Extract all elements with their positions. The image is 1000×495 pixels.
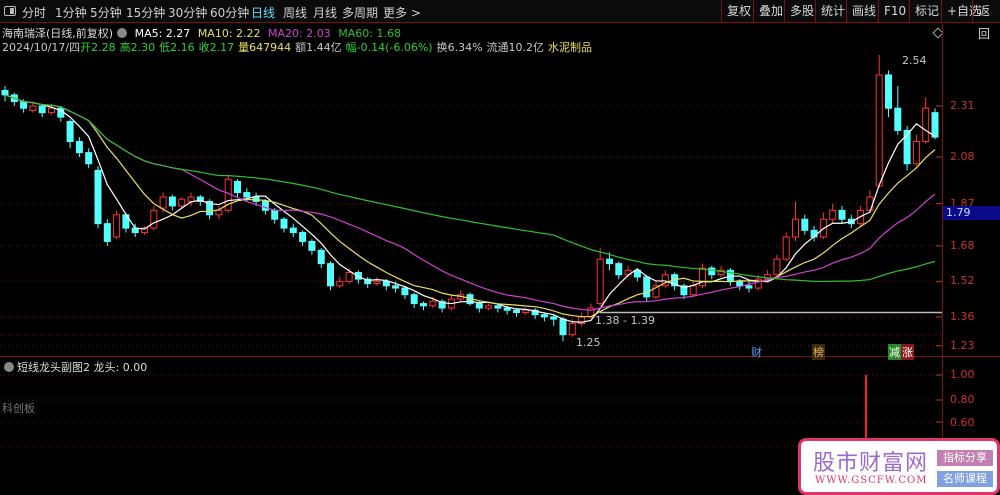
candle-down <box>66 121 74 143</box>
watermark-tag: 指标分享 <box>937 450 993 466</box>
candle-up <box>48 107 55 114</box>
candle-down <box>838 209 846 220</box>
candle-up <box>829 209 837 220</box>
candle-up <box>345 272 353 282</box>
price-axis-label: 1.36 <box>950 309 975 323</box>
price-axis-label: 1.68 <box>950 238 975 252</box>
dropdown-icon[interactable] <box>4 362 14 372</box>
pane-divider[interactable] <box>0 356 1000 357</box>
candle-down <box>234 180 241 194</box>
candle-up <box>187 196 195 202</box>
sub-pane-value: 龙头: 0.00 <box>93 361 148 374</box>
candle-down <box>643 276 651 298</box>
candle-down <box>168 196 176 207</box>
candle-down <box>885 74 892 109</box>
candle-down <box>299 232 307 242</box>
candle-down <box>280 218 288 229</box>
sub-pane-header: 短线龙头副图2 龙头: 0.00 <box>4 359 147 375</box>
candle-up <box>485 305 493 309</box>
candle-down <box>736 280 744 287</box>
candle-up <box>522 309 530 313</box>
candle-down <box>410 294 418 305</box>
candle-up <box>773 258 781 276</box>
candle-down <box>271 209 279 220</box>
candle-up <box>178 198 186 207</box>
price-axis-label: 2.31 <box>950 99 975 112</box>
watermark-tag: 名师课程 <box>937 471 993 487</box>
candle-down <box>327 263 334 287</box>
candle-up <box>689 285 697 296</box>
candle-down <box>261 200 269 211</box>
candle-up <box>568 323 576 336</box>
candle-up <box>429 300 437 307</box>
axis-divider <box>942 24 943 495</box>
candle-up <box>922 107 930 143</box>
candle-up <box>875 74 883 187</box>
candle-up <box>596 258 604 305</box>
candle-down <box>550 316 558 320</box>
candle-down <box>243 192 251 198</box>
candle-down <box>94 169 102 225</box>
current-price-tag: 1.79 <box>943 206 1000 220</box>
watermark-logo: 股市财富网 WWW.GSCFW.COM 指标分享 名师课程 <box>798 438 1000 495</box>
candle-down <box>308 240 316 251</box>
candle-down <box>559 318 567 336</box>
sub-axis-label: 0.80 <box>950 393 975 406</box>
sub-axis-label: 0.60 <box>950 416 975 429</box>
candle-up <box>336 280 344 287</box>
candle-down <box>931 112 939 138</box>
candle-down <box>38 105 46 114</box>
flag-finance[interactable]: 财 <box>750 344 763 360</box>
price-axis-label: 1.23 <box>950 338 975 352</box>
range-annotation: 1.38 - 1.39 <box>595 314 655 327</box>
candle-up <box>29 105 37 111</box>
price-axis-label: 1.52 <box>950 274 975 288</box>
high-annotation: 2.54 <box>902 54 927 67</box>
board-label: 科创板 <box>2 402 35 415</box>
candle-down <box>103 223 111 242</box>
candle-up <box>159 196 167 209</box>
candle-down <box>494 305 502 309</box>
candle-down <box>475 303 483 309</box>
watermark-title: 股市财富网 <box>813 451 929 476</box>
candle-down <box>615 263 623 276</box>
candle-down <box>801 218 809 231</box>
candle-up <box>150 209 158 229</box>
flag-list[interactable]: 榜 <box>812 344 825 360</box>
candle-down <box>513 309 520 313</box>
price-axis-label: 2.08 <box>950 150 975 164</box>
sub-axis-label: 1.00 <box>950 368 975 381</box>
candle-up <box>912 141 920 165</box>
sub-pane-title[interactable]: 短线龙头副图2 <box>17 361 90 374</box>
candle-up <box>866 196 874 211</box>
flag-limit-up[interactable]: 涨 <box>901 344 914 360</box>
candle-down <box>420 303 427 307</box>
candle-down <box>745 285 753 289</box>
candle-up <box>215 209 223 216</box>
candle-down <box>317 249 325 265</box>
candle-down <box>392 285 400 289</box>
candle-down <box>606 258 613 265</box>
watermark-url: WWW.GSCFW.COM <box>815 475 928 486</box>
candle-down <box>20 101 28 109</box>
candle-up <box>113 214 121 238</box>
candle-down <box>401 287 409 296</box>
candle-down <box>85 152 93 165</box>
flag-reduce[interactable]: 减 <box>888 344 901 360</box>
candle-down <box>75 141 83 154</box>
candle-down <box>382 280 390 287</box>
candle-up <box>782 236 790 260</box>
candle-down <box>894 107 902 131</box>
candle-down <box>708 267 716 276</box>
low-annotation: 1.25 <box>576 336 601 349</box>
candle-up <box>792 218 799 238</box>
candle-up <box>373 280 381 285</box>
candlestick-chart[interactable] <box>0 0 1000 495</box>
candle-down <box>540 314 548 318</box>
candle-down <box>1 89 9 96</box>
candle-down <box>289 227 297 234</box>
candle-down <box>503 307 511 311</box>
